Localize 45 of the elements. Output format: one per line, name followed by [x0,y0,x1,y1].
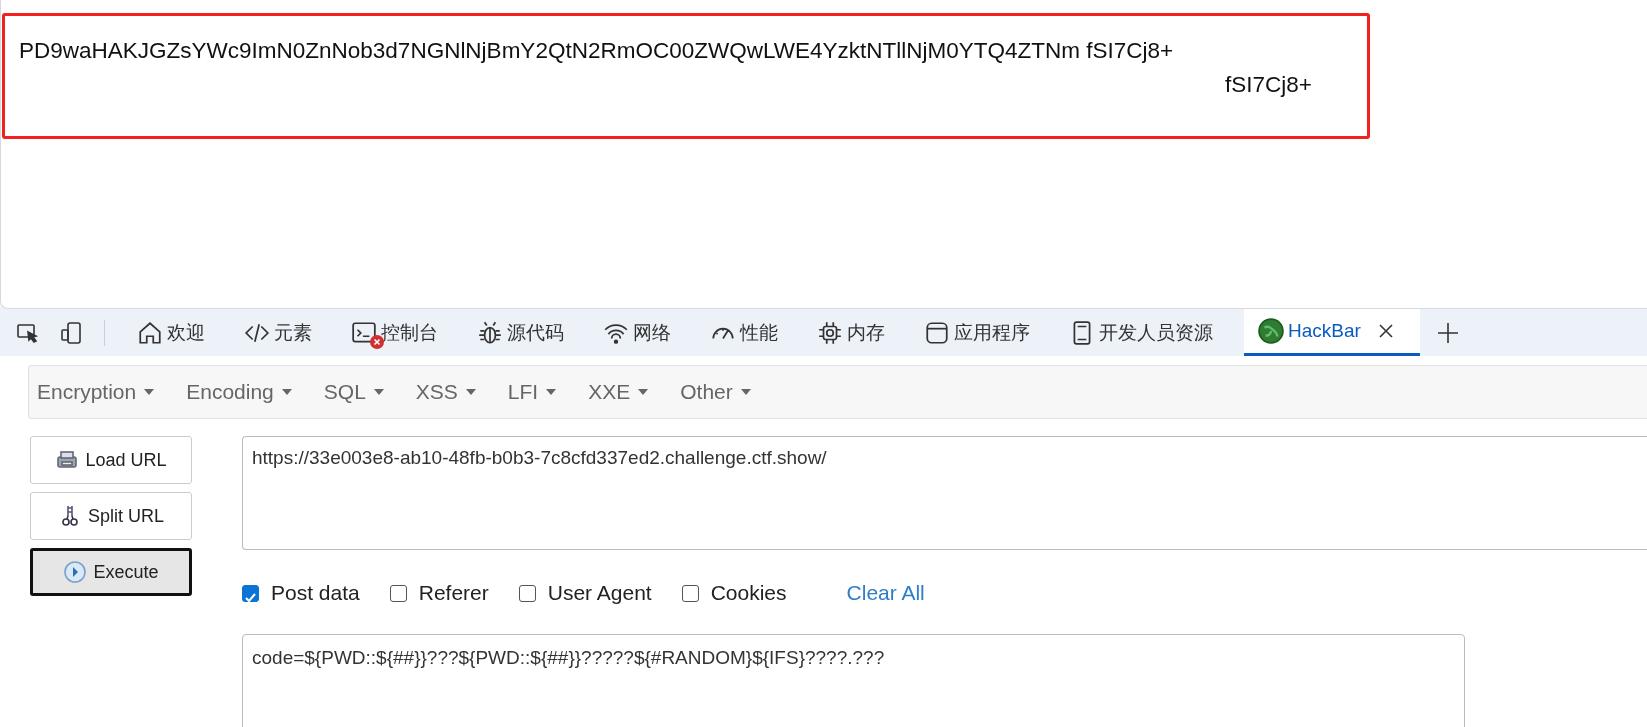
tab-icon [351,319,377,346]
caret-icon [144,389,155,395]
hackbar-button[interactable]: Split URL [30,492,192,540]
output-text: PD9waHAKJGZsYWc9ImN0ZnNob3d7NGNlNjBmY2QtN2RmOC00ZWQwLWE4YzktNTllNjM0YTQ4ZTNm fSI7Cj8+ [19,38,1174,63]
close-icon[interactable] [1376,322,1395,340]
menu-dropdown[interactable]: Other [680,380,763,404]
caret-icon [740,389,751,395]
devtools-tab[interactable]: 欢迎 [123,309,230,356]
devtools-tab[interactable]: 性能 [696,309,803,356]
play-icon [63,560,88,584]
hackbar-button[interactable]: Execute [30,548,192,596]
menu-dropdown[interactable]: XSS [415,380,488,404]
clear-all-link[interactable]: Clear All [846,581,925,605]
add-tab-icon[interactable] [1435,320,1460,345]
caret-icon [465,389,476,395]
option-checkbox[interactable]: User Agent [518,581,652,605]
devtools-tab[interactable]: 开发人员资源 [1055,309,1238,356]
url-field[interactable]: https://33e003e8-ab10-48fb-b0b3-7c8cfd337ed2.challenge.ctf.show/ [242,436,1647,550]
menu-dropdown[interactable]: Encoding [186,380,304,404]
globe-logo-icon [1258,318,1284,344]
hackbar-button[interactable]: Load URL [30,436,192,484]
menu-dropdown[interactable]: LFI [507,380,569,404]
tab-icon [477,319,503,346]
option-checkbox[interactable]: Post data [242,581,360,605]
tab-icon [924,319,950,346]
menu-dropdown[interactable]: SQL [323,380,396,404]
menu-dropdown[interactable]: Encryption [37,380,167,404]
caret-icon [281,389,292,395]
output-text: fSI7Cj8+ [1224,71,1313,99]
devtools-tab[interactable]: 内存 [803,309,910,356]
devtools-tab[interactable]: 网络 [589,309,696,356]
devtools-tab[interactable]: HackBar [1244,309,1420,356]
caret-icon [546,389,557,395]
tab-icon [817,319,843,346]
caret-icon [638,389,649,395]
post-data-field[interactable]: code=${PWD::${##}}???${PWD::${##}}?????${#RANDOM}${IFS}????.??? [242,634,1465,727]
menu-dropdown[interactable]: XXE [588,380,661,404]
devtools-tab[interactable]: 元素 [230,309,337,356]
devtools-tab[interactable]: 控制台 [337,309,463,356]
option-checkbox[interactable]: Referer [389,581,489,605]
caret-icon [373,389,384,395]
device-icon[interactable] [60,320,84,345]
option-checkbox[interactable]: Cookies [681,581,787,605]
devtools-tab[interactable]: 应用程序 [910,309,1055,356]
devtools-tab[interactable]: 源代码 [463,309,589,356]
